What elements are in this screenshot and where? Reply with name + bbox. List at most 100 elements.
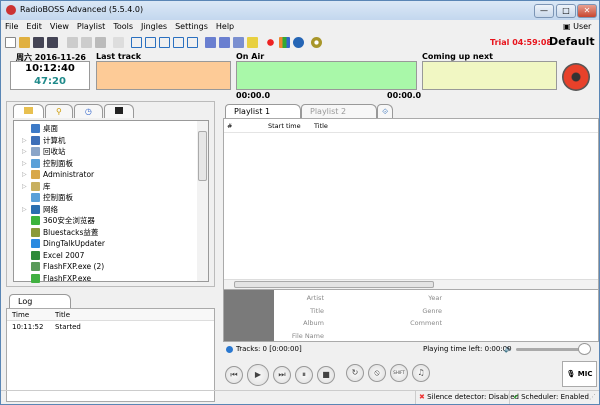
no-stop-icon: ⦸	[374, 368, 380, 377]
expand-arrow-icon[interactable]: ▷	[22, 206, 28, 213]
tab-history[interactable]: ◷	[73, 104, 103, 118]
open-icon[interactable]	[19, 36, 30, 48]
tab-playlist-1[interactable]: Playlist 1	[225, 104, 301, 118]
menu-tools[interactable]: Tools	[109, 20, 137, 34]
next-button[interactable]: ⏭	[273, 366, 291, 384]
mic-icon: 🎙	[566, 370, 576, 378]
play-button[interactable]: ▶	[247, 364, 269, 386]
log-row[interactable]: 10:11:52 Started	[7, 321, 214, 334]
tab-search[interactable]: ⚲	[45, 104, 73, 118]
loop-button[interactable]: ↻	[346, 364, 364, 382]
log-time: 10:11:52	[12, 323, 44, 331]
tree-item[interactable]: FlashFXP.exe (2)	[22, 261, 208, 273]
col-title[interactable]: Title	[314, 119, 328, 132]
album-label: Album	[303, 319, 324, 327]
tree-item[interactable]: Bluestacks益蓋	[22, 227, 208, 239]
copy-icon[interactable]	[81, 36, 92, 48]
user-button[interactable]: ▣ User	[563, 22, 591, 31]
pause-icon: ⏸	[302, 370, 306, 379]
tree-item[interactable]: 桌面	[22, 123, 208, 135]
col-number[interactable]: #	[224, 119, 268, 132]
cut-icon[interactable]	[67, 36, 78, 48]
tree-item[interactable]: ▷ 回收站	[22, 146, 208, 158]
scheduler-status[interactable]: ✔ Scheduler: Enabled	[509, 391, 589, 404]
stop-button[interactable]: ■	[317, 366, 335, 384]
expand-arrow-icon[interactable]: ▷	[22, 183, 28, 190]
save-icon[interactable]	[33, 36, 44, 48]
paste-icon[interactable]	[95, 36, 106, 48]
add-playlist-button[interactable]: ⟐	[377, 104, 394, 118]
maximize-button[interactable]: □	[556, 4, 576, 18]
layout4-icon[interactable]	[173, 36, 184, 48]
loop-icon: ↻	[351, 368, 359, 377]
tab-log[interactable]: Log	[9, 294, 71, 308]
minimize-button[interactable]: —	[534, 4, 554, 18]
transport-controls: ⏮ ▶ ⏭ ⏸ ■	[225, 364, 335, 386]
on-air-box[interactable]	[236, 61, 417, 90]
record-icon[interactable]	[265, 36, 276, 48]
tree-item[interactable]: ▷ 计算机	[22, 135, 208, 147]
menu-playlist[interactable]: Playlist	[73, 20, 109, 34]
undo-icon[interactable]	[113, 36, 124, 48]
tree-item[interactable]: DingTalkUpdater	[22, 238, 208, 250]
no-stop-button[interactable]: ⦸	[368, 364, 386, 382]
menu-view[interactable]: View	[46, 20, 73, 34]
tree-item[interactable]: 控制面板	[22, 192, 208, 204]
comment-label: Comment	[410, 319, 442, 327]
log-col-title[interactable]: Title	[55, 309, 70, 320]
tree-item-label: FlashFXP.exe (2)	[43, 262, 105, 272]
hscroll-thumb[interactable]	[234, 281, 434, 288]
tree-item[interactable]: ▷ 控制面板	[22, 158, 208, 170]
resize-grip[interactable]: ⋰	[589, 391, 596, 404]
scheduler-icon[interactable]	[247, 36, 258, 48]
silence-detector-status[interactable]: ✖ Silence detector: Disabled	[415, 391, 519, 404]
layout2-icon[interactable]	[145, 36, 156, 48]
volume-thumb[interactable]	[578, 343, 591, 355]
tree-item[interactable]: 360安全浏览器	[22, 215, 208, 227]
previous-button[interactable]: ⏮	[225, 366, 243, 384]
expand-arrow-icon[interactable]: ▷	[22, 160, 28, 167]
on-air-label: On Air	[236, 52, 265, 61]
menu-file[interactable]: File	[1, 20, 22, 34]
col-start-time[interactable]: Start time	[268, 119, 314, 132]
close-button[interactable]: ✕	[577, 4, 597, 18]
jingle-button[interactable]: ♫	[412, 364, 430, 382]
tree-item[interactable]: ▷ 库	[22, 181, 208, 193]
expand-arrow-icon[interactable]: ▷	[22, 148, 28, 155]
new-icon[interactable]	[5, 36, 16, 48]
tree-item[interactable]: FlashFXP.exe	[22, 273, 208, 285]
settings-icon[interactable]	[311, 36, 322, 48]
tree-item[interactable]: ▷ 网络	[22, 204, 208, 216]
cross-icon: ✖	[419, 393, 425, 401]
internet-icon[interactable]	[293, 36, 304, 48]
menu-edit[interactable]: Edit	[22, 20, 46, 34]
playlist-tool-icon[interactable]	[219, 36, 230, 48]
playlist-gen-icon[interactable]	[205, 36, 216, 48]
tab-playlist-2[interactable]: Playlist 2	[301, 104, 377, 118]
layout3-icon[interactable]	[159, 36, 170, 48]
album-art	[224, 290, 274, 341]
pause-button[interactable]: ⏸	[295, 366, 313, 384]
menu-jingles[interactable]: Jingles	[137, 20, 171, 34]
tree-item[interactable]: ▷ Administrator	[22, 169, 208, 181]
menu-help[interactable]: Help	[212, 20, 238, 34]
layout1-icon[interactable]	[131, 36, 142, 48]
tab-panel[interactable]	[103, 104, 134, 118]
playlist-tool2-icon[interactable]	[233, 36, 244, 48]
playlist-hscrollbar[interactable]	[224, 279, 598, 289]
playlist-status-bar: Tracks: 0 [0:00:00] Playing time left: 0…	[223, 343, 599, 356]
tree-item[interactable]: Excel 2007	[22, 250, 208, 262]
layout5-icon[interactable]	[187, 36, 198, 48]
menu-settings[interactable]: Settings	[171, 20, 212, 34]
tab-folders[interactable]	[13, 104, 44, 118]
headphones-icon	[562, 63, 590, 91]
expand-arrow-icon[interactable]: ▷	[22, 137, 28, 144]
mic-button[interactable]: 🎙 MIC	[562, 361, 597, 387]
stats-icon[interactable]	[279, 36, 290, 48]
shift-button[interactable]: SHIFT	[390, 364, 408, 382]
tree-scrollbar[interactable]	[197, 121, 208, 281]
save-as-icon[interactable]	[47, 36, 58, 48]
expand-arrow-icon[interactable]: ▷	[22, 171, 28, 178]
log-col-time[interactable]: Time	[7, 309, 55, 320]
tree-scroll-thumb[interactable]	[198, 131, 207, 181]
